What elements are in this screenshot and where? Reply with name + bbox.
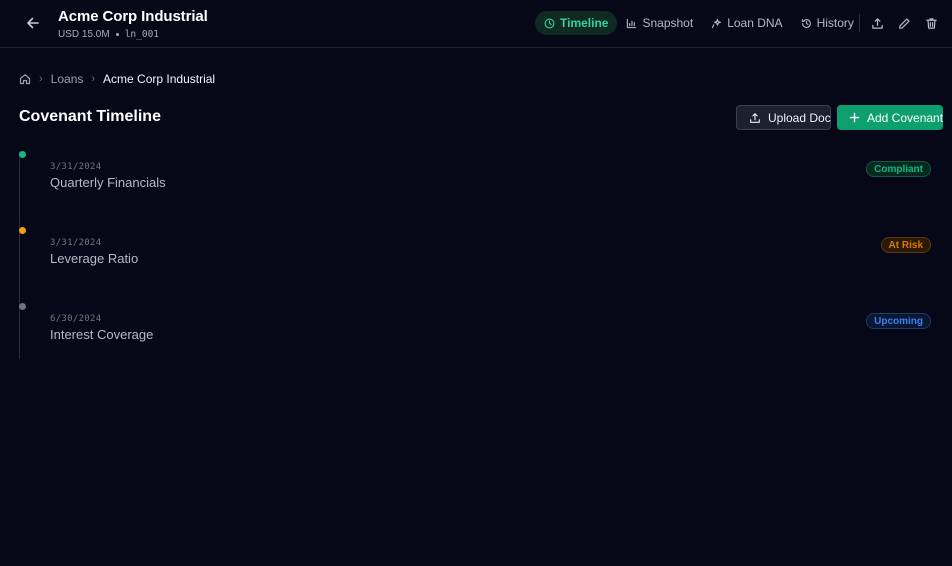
timeline-item[interactable]: 6/30/2024 Interest Coverage Upcoming: [0, 297, 952, 367]
status-dot: [19, 303, 26, 310]
timeline-item[interactable]: 3/31/2024 Leverage Ratio At Risk: [0, 221, 952, 291]
loan-amount: USD 15.0M: [58, 29, 110, 40]
covenant-date: 3/31/2024: [50, 238, 102, 248]
covenant-name: Interest Coverage: [50, 327, 154, 342]
back-arrow-icon[interactable]: [20, 10, 46, 36]
upload-doc-button[interactable]: Upload Doc: [736, 105, 831, 130]
tab-loan-dna[interactable]: Loan DNA: [702, 11, 791, 35]
tab-snapshot[interactable]: Snapshot: [617, 11, 702, 35]
tab-history[interactable]: History: [792, 11, 863, 35]
bar-chart-icon: [626, 18, 637, 29]
status-badge: At Risk: [880, 237, 931, 253]
tab-label: History: [816, 16, 854, 30]
clock-icon: [544, 18, 555, 29]
chevron-right-icon: ›: [91, 73, 96, 85]
covenant-name: Quarterly Financials: [50, 175, 166, 190]
trash-icon[interactable]: [922, 14, 940, 32]
breadcrumb: › Loans › Acme Corp Industrial: [19, 71, 215, 87]
sparkle-icon: [711, 18, 722, 29]
status-dot: [19, 151, 26, 158]
add-covenant-button[interactable]: Add Covenant: [837, 105, 943, 130]
tab-label: Snapshot: [642, 16, 694, 30]
loan-nav-tabs: Timeline Snapshot Loan DNA History: [535, 11, 863, 35]
history-icon: [801, 18, 812, 29]
breadcrumb-loans[interactable]: Loans: [51, 72, 84, 86]
status-badge: Compliant: [866, 161, 931, 177]
loan-title: Acme Corp Industrial: [58, 8, 208, 25]
loan-heading: Acme Corp Industrial USD 15.0M ln_001: [58, 8, 208, 40]
tab-label: Loan DNA: [727, 16, 783, 30]
header-divider: [859, 14, 860, 32]
chevron-right-icon: ›: [39, 73, 43, 85]
breadcrumb-current: Acme Corp Industrial: [103, 72, 216, 86]
timeline-item[interactable]: 3/31/2024 Quarterly Financials Compliant: [0, 145, 952, 215]
upload-icon: [749, 112, 761, 124]
loan-meta: USD 15.0M ln_001: [58, 29, 208, 40]
status-dot: [19, 227, 26, 234]
tab-timeline[interactable]: Timeline: [535, 11, 618, 35]
covenant-date: 6/30/2024: [50, 314, 102, 324]
button-label: Add Covenant: [867, 110, 944, 125]
pencil-icon[interactable]: [895, 14, 913, 32]
home-icon[interactable]: [19, 73, 31, 85]
top-header: Acme Corp Industrial USD 15.0M ln_001 Ti…: [0, 0, 952, 48]
covenant-date: 3/31/2024: [50, 162, 102, 172]
separator-dot: [115, 33, 119, 36]
plus-icon: [849, 112, 860, 123]
loan-id: ln_001: [124, 29, 160, 40]
page-title: Covenant Timeline: [19, 108, 161, 125]
status-badge: Upcoming: [866, 313, 931, 329]
covenant-name: Leverage Ratio: [50, 251, 139, 266]
upload-icon[interactable]: [868, 14, 886, 32]
tab-label: Timeline: [560, 16, 609, 30]
button-label: Upload Doc: [768, 110, 831, 125]
